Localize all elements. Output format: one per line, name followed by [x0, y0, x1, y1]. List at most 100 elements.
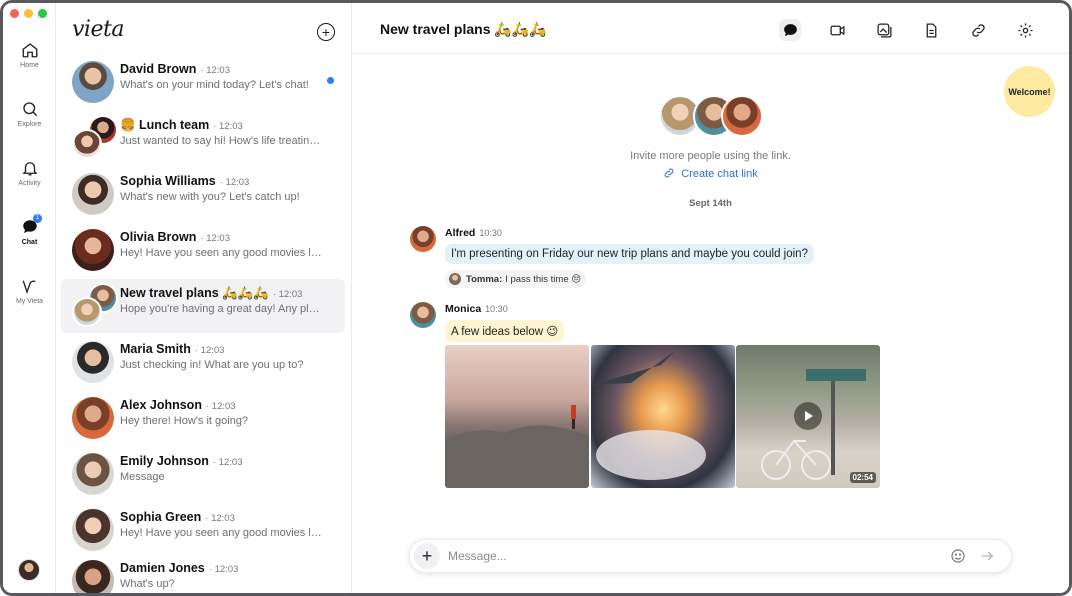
media-gallery-button[interactable] [873, 19, 895, 41]
conversation-item-selected[interactable]: New travel plans 🛵🛵🛵 · 12:03 Hope you're … [61, 279, 345, 333]
conversation-item[interactable]: Alex Johnson · 12:03 Hey there! How's it … [61, 391, 345, 445]
emoji-icon[interactable] [950, 548, 966, 564]
time-value: 12:03 [211, 513, 235, 524]
time-stamp: · 12:03 [205, 401, 236, 412]
avatar [72, 61, 114, 103]
chat-title: New travel plans 🛵🛵🛵 [380, 21, 547, 37]
rail-my-vieta-label: My Vieta [15, 298, 44, 305]
plus-icon: + [321, 24, 331, 40]
conversation-item[interactable]: Sophia Green · 12:03 Hey! Have you seen a… [61, 503, 345, 557]
chat-panel: New travel plans 🛵🛵🛵 Welcome! Invite mor… [352, 3, 1069, 593]
create-chat-link-label: Create chat link [681, 168, 758, 180]
avatar [721, 95, 763, 137]
time-value: 12:03 [218, 457, 243, 468]
rail-my-vieta[interactable]: My Vieta [3, 277, 56, 305]
time-stamp: · 12:03 [200, 233, 230, 244]
time-value: 12:03 [200, 345, 225, 356]
rail-activity[interactable]: Activity [3, 159, 56, 187]
send-arrow-icon[interactable] [979, 548, 995, 564]
author-name: Alfred [445, 227, 476, 239]
avatar [72, 397, 114, 439]
contact-name: Sophia Green [120, 510, 202, 524]
group-avatars [659, 95, 763, 137]
conversation-item[interactable]: Emily Johnson · 12:03 Message [61, 447, 345, 501]
time-stamp: · 12:03 [205, 513, 235, 524]
video-duration: 02:54 [849, 472, 876, 483]
airplane-window-image [591, 350, 706, 480]
time-stamp: · 12:03 [208, 564, 239, 575]
video-attachment[interactable]: 02:54 [736, 345, 880, 488]
video-call-button[interactable] [826, 19, 848, 41]
message-author: Alfred 10:30 [445, 227, 502, 239]
message-bubble[interactable]: I'm presenting on Friday our new trip pl… [445, 244, 814, 264]
time-value: 12:03 [278, 289, 303, 300]
rail-chat[interactable]: 1 Chat [3, 214, 56, 246]
landscape-image [445, 405, 589, 488]
message-bubble[interactable]: A few ideas below 😉 [445, 320, 565, 342]
message-preview: What's on your mind today? Let's chat! [120, 79, 309, 91]
conversation-item[interactable]: David Brown · 12:03 What's on your mind t… [61, 55, 345, 109]
new-chat-button[interactable]: + [317, 23, 335, 41]
close-window-button[interactable] [10, 9, 19, 18]
rail-explore-label: Explore [17, 121, 42, 128]
create-chat-link[interactable]: Create chat link [352, 167, 1069, 180]
link-icon [664, 168, 674, 178]
user-avatar[interactable] [18, 559, 40, 581]
app-window: Home Explore Activity 1 Chat My Vieta vi… [0, 0, 1072, 596]
welcome-badge[interactable]: Welcome! [1004, 66, 1055, 117]
video-camera-icon [829, 25, 845, 35]
gallery-icon [876, 22, 892, 38]
app-logo: vieta [72, 17, 124, 42]
play-button[interactable] [794, 402, 822, 430]
photo-attachment[interactable] [591, 345, 735, 488]
vieta-logo-icon [22, 280, 35, 295]
rail-home[interactable]: Home [3, 41, 56, 69]
contact-name: Alex Johnson [120, 398, 202, 412]
files-button[interactable] [920, 19, 942, 41]
conversation-item[interactable]: Sophia Williams · 12:03 What's new with y… [61, 167, 345, 221]
link-icon [971, 23, 985, 37]
message-input[interactable] [448, 546, 928, 566]
avatar [72, 297, 102, 327]
conversation-item[interactable]: Olivia Brown · 12:03 Hey! Have you seen a… [61, 223, 345, 277]
message-preview: Hey! Have you seen any good movies latel… [120, 247, 325, 259]
links-button[interactable] [967, 19, 989, 41]
chat-tab-button[interactable] [779, 19, 801, 41]
unread-dot [327, 77, 334, 84]
avatar [72, 341, 114, 383]
contact-name: Maria Smith [120, 342, 191, 356]
message-preview: Hey! Have you seen any good movies latel… [120, 527, 325, 539]
search-icon [22, 102, 37, 117]
contact-name: New travel plans 🛵🛵🛵 [120, 286, 269, 300]
avatar [72, 509, 114, 551]
avatar [72, 560, 114, 593]
thread-reply[interactable]: Tomma: I pass this time 😔 [445, 270, 587, 288]
rail-explore[interactable]: Explore [3, 100, 56, 128]
conversation-item[interactable]: Damien Jones · 12:03 What's up? [61, 554, 345, 593]
contact-name: Sophia Williams [120, 174, 216, 188]
message-preview: Just wanted to say hi! How's life treati… [120, 135, 325, 147]
rail-chat-label: Chat [21, 239, 38, 246]
message-time: 10:30 [479, 228, 502, 238]
document-icon [926, 22, 936, 38]
conversation-item[interactable]: 🍔 Lunch team · 12:03 Just wanted to say h… [61, 111, 345, 165]
time-value: 12:03 [225, 177, 250, 188]
avatar [410, 226, 436, 252]
time-stamp: · 12:03 [272, 289, 303, 300]
window-controls [10, 9, 47, 18]
time-value: 12:03 [219, 121, 243, 132]
message-author: Monica 10:30 [445, 303, 508, 315]
time-value: 12:03 [214, 564, 239, 575]
contact-name: Emily Johnson [120, 454, 209, 468]
settings-button[interactable] [1014, 19, 1036, 41]
attach-button[interactable]: + [414, 543, 440, 569]
conversation-item[interactable]: Maria Smith · 12:03 Just checking in! Wha… [61, 335, 345, 389]
contact-name: Olivia Brown [120, 230, 197, 244]
minimize-window-button[interactable] [24, 9, 33, 18]
message-time: 10:30 [485, 304, 508, 314]
maximize-window-button[interactable] [38, 9, 47, 18]
author-name: Monica [445, 303, 482, 315]
reply-author: Tomma: [466, 273, 503, 285]
photo-attachment[interactable] [445, 345, 589, 488]
plus-icon: + [421, 545, 433, 566]
